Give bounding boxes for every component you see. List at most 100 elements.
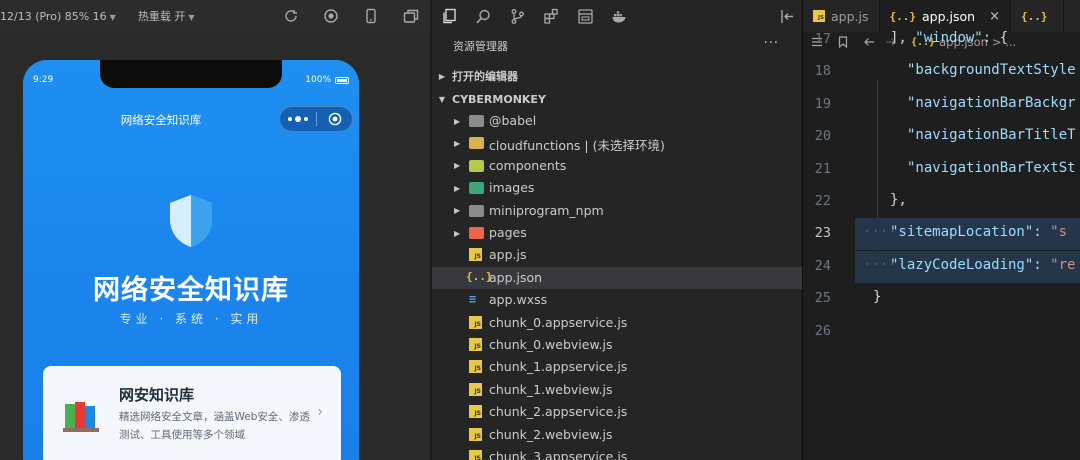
refresh-icon[interactable]	[282, 7, 300, 25]
phone-icon[interactable]	[362, 7, 380, 25]
code-text: "navigationBarTextSt	[907, 159, 1076, 176]
file-item[interactable]: JS chunk_0.appservice.js	[432, 312, 802, 334]
close-miniprogram-icon[interactable]	[317, 112, 352, 126]
folder-icon	[469, 204, 484, 218]
line-number: 21	[814, 160, 831, 177]
folder-icon	[469, 136, 484, 150]
file-item[interactable]: JS chunk_0.webview.js	[432, 334, 802, 356]
js-file-icon: JS	[469, 338, 484, 352]
tree-item-label: chunk_1.webview.js	[489, 381, 613, 397]
code-line: 24 "lazyCodeLoading": "re ····	[803, 251, 1080, 283]
open-editors-section[interactable]: ▶ 打开的编辑器	[432, 65, 802, 87]
file-item[interactable]: JS chunk_1.webview.js	[432, 379, 802, 401]
js-file-icon: JS	[469, 360, 484, 374]
code-text: "lazyCodeLoading": "re	[890, 256, 1076, 273]
json-file-icon: {..}	[1020, 9, 1048, 23]
code-line: 23 "sitemapLocation": "s ····	[803, 218, 1080, 250]
chevron-right-icon: ›	[317, 404, 323, 420]
chevron-right-icon: ▶	[454, 183, 461, 193]
folder-item[interactable]: ▶ components	[432, 155, 802, 177]
more-actions-button[interactable]: ···	[764, 36, 779, 51]
project-label: CYBERMONKEY	[452, 92, 546, 106]
devtools-window: 12/13 (Pro) 85% 16 ▼ 热重载 开 ▼ 9:29 100% 网…	[0, 0, 1080, 460]
knowledge-card[interactable]: 网安知识库 精选网络安全文章，涵盖Web安全、渗透测试、工具使用等多个领域 ›	[43, 366, 341, 460]
code-line: 19 "navigationBarBackgr	[803, 89, 1080, 121]
json-file-icon: {..}	[889, 9, 917, 23]
line-number: 20	[814, 128, 831, 145]
line-number: 24	[814, 257, 831, 274]
folder-item[interactable]: ▶ miniprogram_npm	[432, 200, 802, 222]
code-text: },	[890, 192, 907, 208]
card-description: 精选网络安全文章，涵盖Web安全、渗透测试、工具使用等多个领域	[119, 411, 310, 441]
open-editors-label: 打开的编辑器	[452, 70, 518, 83]
folder-item[interactable]: ▶ @babel	[432, 110, 802, 132]
line-number: 23	[814, 225, 831, 242]
js-file-icon: JS	[469, 450, 484, 460]
tree-item-label: chunk_0.webview.js	[489, 337, 613, 352]
code-line: 25}	[803, 283, 1080, 315]
code-text: "backgroundTextStyle	[907, 62, 1076, 79]
chevron-right-icon: ▶	[438, 71, 446, 81]
collapse-panel-icon[interactable]	[778, 7, 796, 25]
tree-item-label: chunk_3.appservice.js	[489, 449, 628, 460]
docker-icon[interactable]	[610, 7, 628, 25]
line-number: 26	[814, 322, 831, 339]
preview-icon[interactable]	[576, 7, 594, 25]
editor-pane: JS app.js {..} app.json × {..} {..} app.…	[802, 0, 1080, 460]
stop-record-icon[interactable]	[322, 7, 340, 25]
line-number: 22	[814, 193, 831, 209]
folder-item[interactable]: ▶ pages	[432, 222, 802, 244]
explorer-pane: 资源管理器 ··· ▶ 打开的编辑器 ▼ CYBERMONKEY ▶ @babel…	[431, 0, 802, 460]
file-item[interactable]: ≡ app.wxss	[432, 289, 802, 311]
window-icon[interactable]	[402, 7, 420, 25]
status-battery: 100%	[305, 75, 349, 85]
file-item[interactable]: JS chunk_1.appservice.js	[432, 356, 802, 378]
file-item[interactable]: JS chunk_2.appservice.js	[432, 401, 802, 423]
simulator-toolbar: 12/13 (Pro) 85% 16 ▼ 热重载 开 ▼	[0, 0, 430, 32]
js-file-icon: JS	[469, 405, 484, 419]
json-file-icon: {..}	[466, 269, 493, 283]
activity-bar	[432, 0, 802, 32]
device-selector[interactable]: 12/13 (Pro) 85% 16 ▼	[0, 10, 116, 23]
tree-item-label: chunk_1.appservice.js	[489, 359, 628, 375]
code-text: ], "window": {	[890, 30, 1009, 46]
folder-icon	[469, 159, 484, 173]
more-menu-icon[interactable]	[280, 115, 316, 122]
source-control-icon[interactable]	[508, 7, 526, 25]
code-line: 20 "navigationBarTitleT	[803, 121, 1080, 153]
chevron-right-icon: ▶	[454, 138, 461, 148]
tree-item-label: app.js	[489, 247, 527, 263]
search-icon[interactable]	[474, 7, 492, 25]
chevron-down-icon: ▼	[188, 13, 195, 22]
tree-item-label: chunk_2.webview.js	[489, 426, 613, 442]
hot-reload-toggle[interactable]: 热重载 开 ▼	[138, 8, 195, 24]
phone-frame: 9:29 100% 网络安全知识库 网络安全知识库 专业 · 系统 · 实用 网…	[23, 60, 359, 460]
code-line: 21 "navigationBarTextSt	[803, 154, 1080, 186]
folder-item[interactable]: ▶ images	[432, 177, 802, 199]
chevron-right-icon: ▶	[454, 161, 461, 171]
file-item[interactable]: JS chunk_2.webview.js	[432, 424, 802, 446]
chevron-right-icon: ▶	[454, 206, 461, 216]
whitespace-marker: ····	[863, 256, 897, 273]
code-text: "navigationBarBackgr	[907, 94, 1076, 111]
chevron-down-icon: ▼	[109, 12, 116, 22]
code-line: 26	[803, 316, 1080, 348]
file-item[interactable]: JS app.js	[432, 244, 802, 266]
code-area[interactable]: 17], "window": {18 "backgroundTextStyle 19…	[803, 30, 1080, 460]
chevron-right-icon: ▶	[454, 228, 461, 238]
code-line: 22},	[803, 186, 1080, 218]
project-section[interactable]: ▼ CYBERMONKEY	[432, 88, 802, 110]
wxss-file-icon: ≡	[469, 292, 477, 307]
extensions-icon[interactable]	[542, 7, 560, 25]
file-item[interactable]: {..} app.json	[432, 266, 802, 289]
battery-icon	[335, 76, 349, 84]
line-number: 19	[814, 95, 831, 112]
js-file-icon: JS	[813, 10, 825, 22]
file-item[interactable]: JS chunk_3.appservice.js	[432, 446, 802, 460]
code-text: "sitemapLocation": "s	[890, 224, 1068, 241]
tree-item-label: chunk_2.appservice.js	[489, 404, 628, 420]
files-icon[interactable]	[440, 7, 458, 25]
folder-item[interactable]: ▶ cloudfunctions | (未选择环境)	[432, 132, 802, 154]
close-icon[interactable]: ×	[989, 9, 1000, 24]
tree-item-label: chunk_0.appservice.js	[489, 314, 628, 330]
